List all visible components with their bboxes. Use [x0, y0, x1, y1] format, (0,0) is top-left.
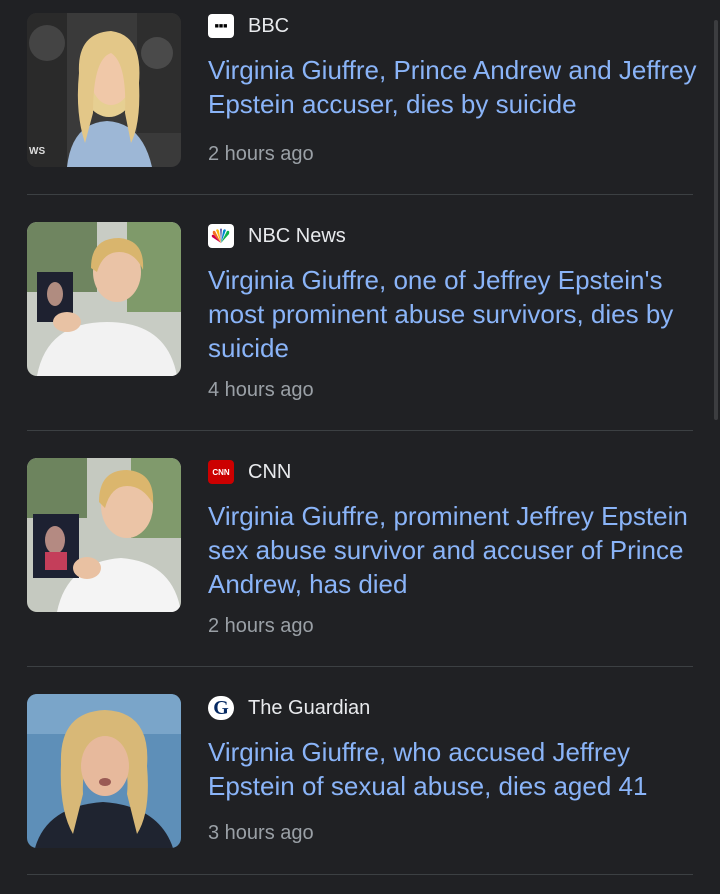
- cnn-logo-icon: CNN: [208, 460, 234, 484]
- article-thumbnail[interactable]: [27, 222, 181, 376]
- article-headline[interactable]: Virginia Giuffre, one of Jeffrey Epstein…: [208, 263, 698, 365]
- source-name: The Guardian: [248, 696, 371, 719]
- article-source: NBC News: [208, 224, 346, 248]
- article-card[interactable]: CNN CNN Virginia Giuffre, prominent Jeff…: [0, 431, 720, 667]
- article-photo: [27, 694, 181, 848]
- source-name: NBC News: [248, 224, 346, 247]
- article-photo: WS: [27, 13, 181, 167]
- svg-text:WS: WS: [29, 146, 45, 157]
- article-headline[interactable]: Virginia Giuffre, who accused Jeffrey Ep…: [208, 735, 698, 803]
- guardian-logo-icon: G: [208, 696, 234, 720]
- divider: [27, 874, 693, 875]
- article-time: 3 hours ago: [208, 822, 314, 844]
- article-photo: [27, 458, 181, 612]
- article-thumbnail[interactable]: [27, 458, 181, 612]
- article-photo: [27, 222, 181, 376]
- nbc-peacock-logo-icon: [208, 224, 234, 248]
- article-headline[interactable]: Virginia Giuffre, prominent Jeffrey Epst…: [208, 499, 698, 601]
- article-thumbnail[interactable]: WS: [27, 13, 181, 167]
- article-time: 2 hours ago: [208, 615, 314, 637]
- article-time: 4 hours ago: [208, 379, 314, 401]
- article-source: ■■■ BBC: [208, 14, 289, 38]
- article-source: CNN CNN: [208, 460, 291, 484]
- article-card[interactable]: WS ■■■ BBC Virginia Giuffre, Prince Andr…: [0, 0, 720, 195]
- article-card[interactable]: NBC News Virginia Giuffre, one of Jeffre…: [0, 195, 720, 431]
- article-time: 2 hours ago: [208, 143, 314, 165]
- source-name: BBC: [248, 14, 290, 37]
- article-thumbnail[interactable]: [27, 694, 181, 848]
- bbc-logo-icon: ■■■: [208, 14, 234, 38]
- article-headline[interactable]: Virginia Giuffre, Prince Andrew and Jeff…: [208, 53, 698, 121]
- article-source: G The Guardian: [208, 696, 370, 720]
- source-name: CNN: [248, 460, 292, 483]
- article-card[interactable]: G The Guardian Virginia Giuffre, who acc…: [0, 667, 720, 894]
